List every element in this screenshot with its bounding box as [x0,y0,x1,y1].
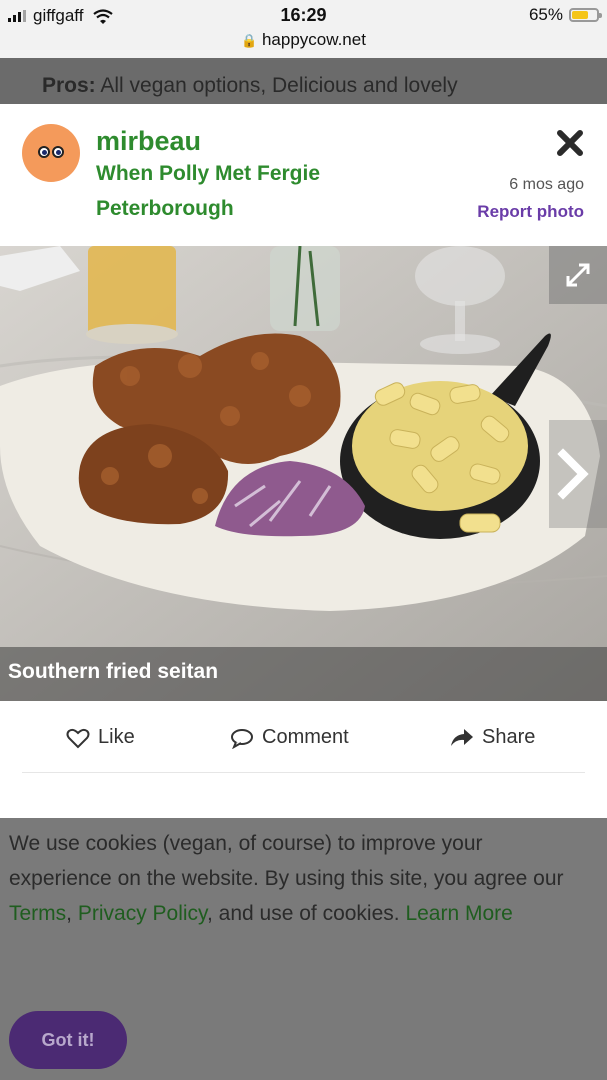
share-label: Share [482,726,536,748]
privacy-policy-link[interactable]: Privacy Policy [78,902,207,925]
comment-label: Comment [262,726,349,748]
battery-percent: 65% [528,5,563,24]
venue-name[interactable]: When Polly Met Fergie [96,162,320,186]
pros-text: All vegan options, Delicious and lovely [100,74,458,97]
clock: 16:29 [280,5,327,25]
like-button[interactable]: Like [66,726,135,749]
learn-more-link[interactable]: Learn More [405,902,512,925]
food-photo-image [0,246,607,701]
expand-icon[interactable] [549,246,607,304]
photo-caption: Southern fried seitan [0,647,607,701]
close-icon[interactable] [555,128,585,158]
lock-icon: 🔒 [241,33,258,48]
photo-modal: mirbeau When Polly Met Fergie Peterborou… [0,104,607,818]
divider [22,772,585,773]
panda-face [36,144,66,162]
username[interactable]: mirbeau [96,126,201,157]
got-it-button[interactable]: Got it! [9,1011,127,1069]
cookie-text-part: , and use of cookies. [206,902,406,925]
battery-status: 65% [528,5,602,25]
cookie-text-sep: , [66,902,78,925]
venue-city: Peterborough [96,197,234,220]
share-icon [451,728,473,746]
pros-label: Pros: [42,74,96,97]
comment-button[interactable]: Comment [230,726,349,749]
cookie-text: We use cookies (vegan, of course) to imp… [9,826,589,931]
battery-icon [569,8,602,22]
avatar[interactable] [22,124,80,182]
chevron-right-icon[interactable] [549,420,607,528]
share-button[interactable]: Share [450,726,535,749]
terms-link[interactable]: Terms [9,902,66,925]
cookie-text-part: We use cookies (vegan, of course) to imp… [9,832,564,890]
battery-fill [572,11,588,19]
report-photo-link[interactable]: Report photo [477,202,584,222]
review-pros: Pros: All vegan options, Delicious and l… [0,58,607,104]
time-ago: 6 mos ago [509,176,584,193]
url-text: happycow.net [261,30,366,49]
action-bar: Like Comment Share [0,714,607,768]
url-bar[interactable]: 🔒 happycow.net [0,30,607,50]
food-photo[interactable]: Southern fried seitan [0,246,607,701]
cookie-banner: We use cookies (vegan, of course) to imp… [0,818,607,1080]
status-bar: giffgaff 16:29 🔒 happycow.net 65% [0,0,607,58]
like-label: Like [98,726,135,748]
heart-icon [66,728,90,748]
comment-icon [231,728,253,749]
